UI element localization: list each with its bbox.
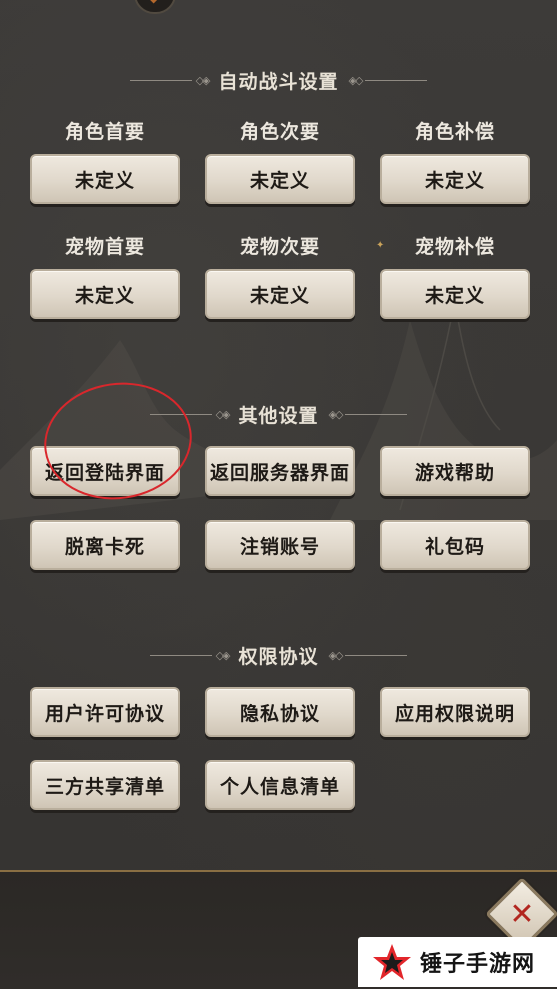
header-line-left: [149, 654, 212, 656]
pet-primary-button[interactable]: 未定义: [30, 269, 180, 319]
pet-backup-button[interactable]: 未定义: [380, 269, 530, 319]
role-primary-button[interactable]: 未定义: [30, 154, 180, 204]
role-backup-button[interactable]: 未定义: [380, 154, 530, 204]
ornament-icon: ◇◈: [215, 648, 231, 662]
privacy-policy-button[interactable]: 隐私协议: [205, 687, 355, 737]
role-secondary-label: 角色次要: [239, 121, 320, 143]
role-secondary-button[interactable]: 未定义: [205, 154, 355, 204]
header-line-right: [365, 79, 428, 81]
header-line-right: [345, 413, 408, 415]
ornament-icon: ◈◇: [328, 407, 344, 421]
other-settings-title: 其他设置: [238, 404, 319, 427]
watermark-text: 锤子手游网: [420, 952, 536, 977]
return-server-button[interactable]: 返回服务器界面: [205, 446, 355, 496]
ornament-icon: ◇◈: [215, 407, 231, 421]
auto-battle-title: 自动战斗设置: [218, 70, 339, 93]
auto-battle-header: ◇◈ 自动战斗设置 ◈◇: [0, 66, 557, 94]
watermark: 锤子手游网: [358, 937, 557, 987]
watermark-star-icon: [373, 944, 411, 980]
pet-secondary-button[interactable]: 未定义: [205, 269, 355, 319]
permissions-header: ◇◈ 权限协议 ◈◇: [0, 641, 557, 669]
cancel-account-button[interactable]: 注销账号: [205, 520, 355, 570]
game-help-button[interactable]: 游戏帮助: [380, 446, 530, 496]
personal-info-button[interactable]: 个人信息清单: [205, 760, 355, 810]
app-permissions-button[interactable]: 应用权限说明: [380, 687, 530, 737]
unstuck-button[interactable]: 脱离卡死: [30, 520, 180, 570]
pet-primary-label: 宠物首要: [64, 236, 145, 258]
pet-secondary-label: 宠物次要: [239, 236, 320, 258]
role-primary-label: 角色首要: [64, 121, 145, 143]
permissions-title: 权限协议: [238, 645, 319, 668]
ornament-icon: ◇◈: [195, 73, 211, 87]
ornament-icon: ◈◇: [328, 648, 344, 662]
header-line-right: [345, 654, 408, 656]
pet-backup-label: 宠物补偿: [414, 236, 495, 258]
third-party-sharing-button[interactable]: 三方共享清单: [30, 760, 180, 810]
user-license-button[interactable]: 用户许可协议: [30, 687, 180, 737]
role-backup-label: 角色补偿: [414, 121, 495, 143]
ornament-icon: ◈◇: [348, 73, 364, 87]
header-line-left: [129, 79, 192, 81]
gift-code-button[interactable]: 礼包码: [380, 520, 530, 570]
